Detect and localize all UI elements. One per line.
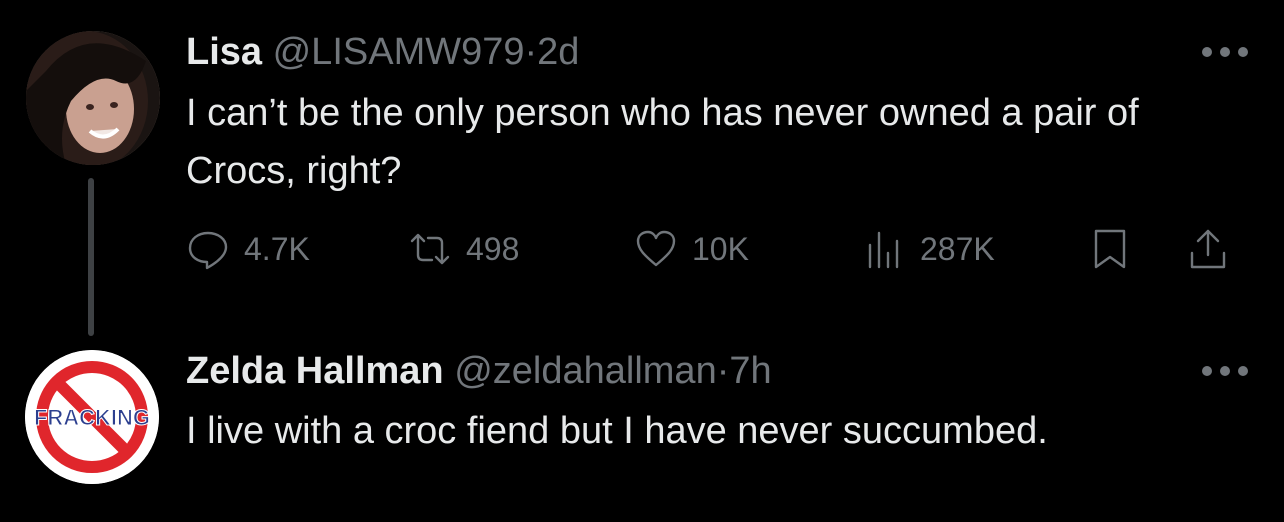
avatar-zelda[interactable]: FRACKING — [25, 350, 159, 484]
tweet-header: Zelda Hallman @zeldahallman·7h — [186, 348, 772, 394]
thread-connector — [88, 178, 94, 336]
fracking-text: FRACKING — [34, 405, 150, 430]
separator-dot: · — [524, 31, 538, 73]
avatar-portrait — [26, 31, 160, 165]
tweet-zelda[interactable]: Zelda Hallman @zeldahallman·7h I live wi… — [0, 340, 1284, 522]
heart-icon — [636, 230, 676, 267]
bookmark-button[interactable] — [1088, 224, 1132, 274]
tweet-header: Lisa @LISAMW979·2d — [186, 29, 579, 75]
reply-button[interactable]: 4.7K — [186, 224, 310, 274]
like-button[interactable]: 10K — [634, 224, 749, 274]
retweet-button[interactable]: 498 — [408, 224, 519, 274]
more-options-icon[interactable] — [1202, 45, 1248, 59]
tweet-lisa[interactable]: Lisa @LISAMW979·2d I can’t be the only p… — [0, 0, 1284, 340]
retweet-count: 498 — [466, 230, 520, 267]
display-name[interactable]: Lisa — [186, 31, 262, 73]
no-fracking-logo: FRACKING — [25, 350, 159, 484]
views-count: 287K — [920, 230, 995, 267]
views-chart-icon — [868, 231, 899, 269]
avatar-lisa[interactable] — [26, 31, 160, 165]
reply-icon — [188, 231, 228, 270]
user-handle[interactable]: @zeldahallman — [454, 350, 717, 392]
reply-count: 4.7K — [244, 230, 310, 267]
display-name[interactable]: Zelda Hallman — [186, 350, 444, 392]
share-button[interactable] — [1186, 224, 1230, 274]
tweet-actions: 4.7K 498 10K 287K — [186, 224, 1256, 274]
separator-dot: · — [716, 350, 730, 392]
timestamp[interactable]: 7h — [729, 350, 771, 392]
tweet-text: I live with a croc fiend but I have neve… — [186, 410, 1048, 452]
user-handle[interactable]: @LISAMW979 — [273, 31, 525, 73]
more-options-icon[interactable] — [1202, 364, 1248, 378]
share-icon — [1190, 229, 1226, 269]
views-button[interactable]: 287K — [862, 224, 995, 274]
like-count: 10K — [692, 230, 749, 267]
timestamp[interactable]: 2d — [537, 31, 579, 73]
bookmark-icon — [1094, 229, 1126, 269]
tweet-text: I can’t be the only person who has never… — [186, 92, 1139, 192]
retweet-icon — [410, 233, 450, 265]
